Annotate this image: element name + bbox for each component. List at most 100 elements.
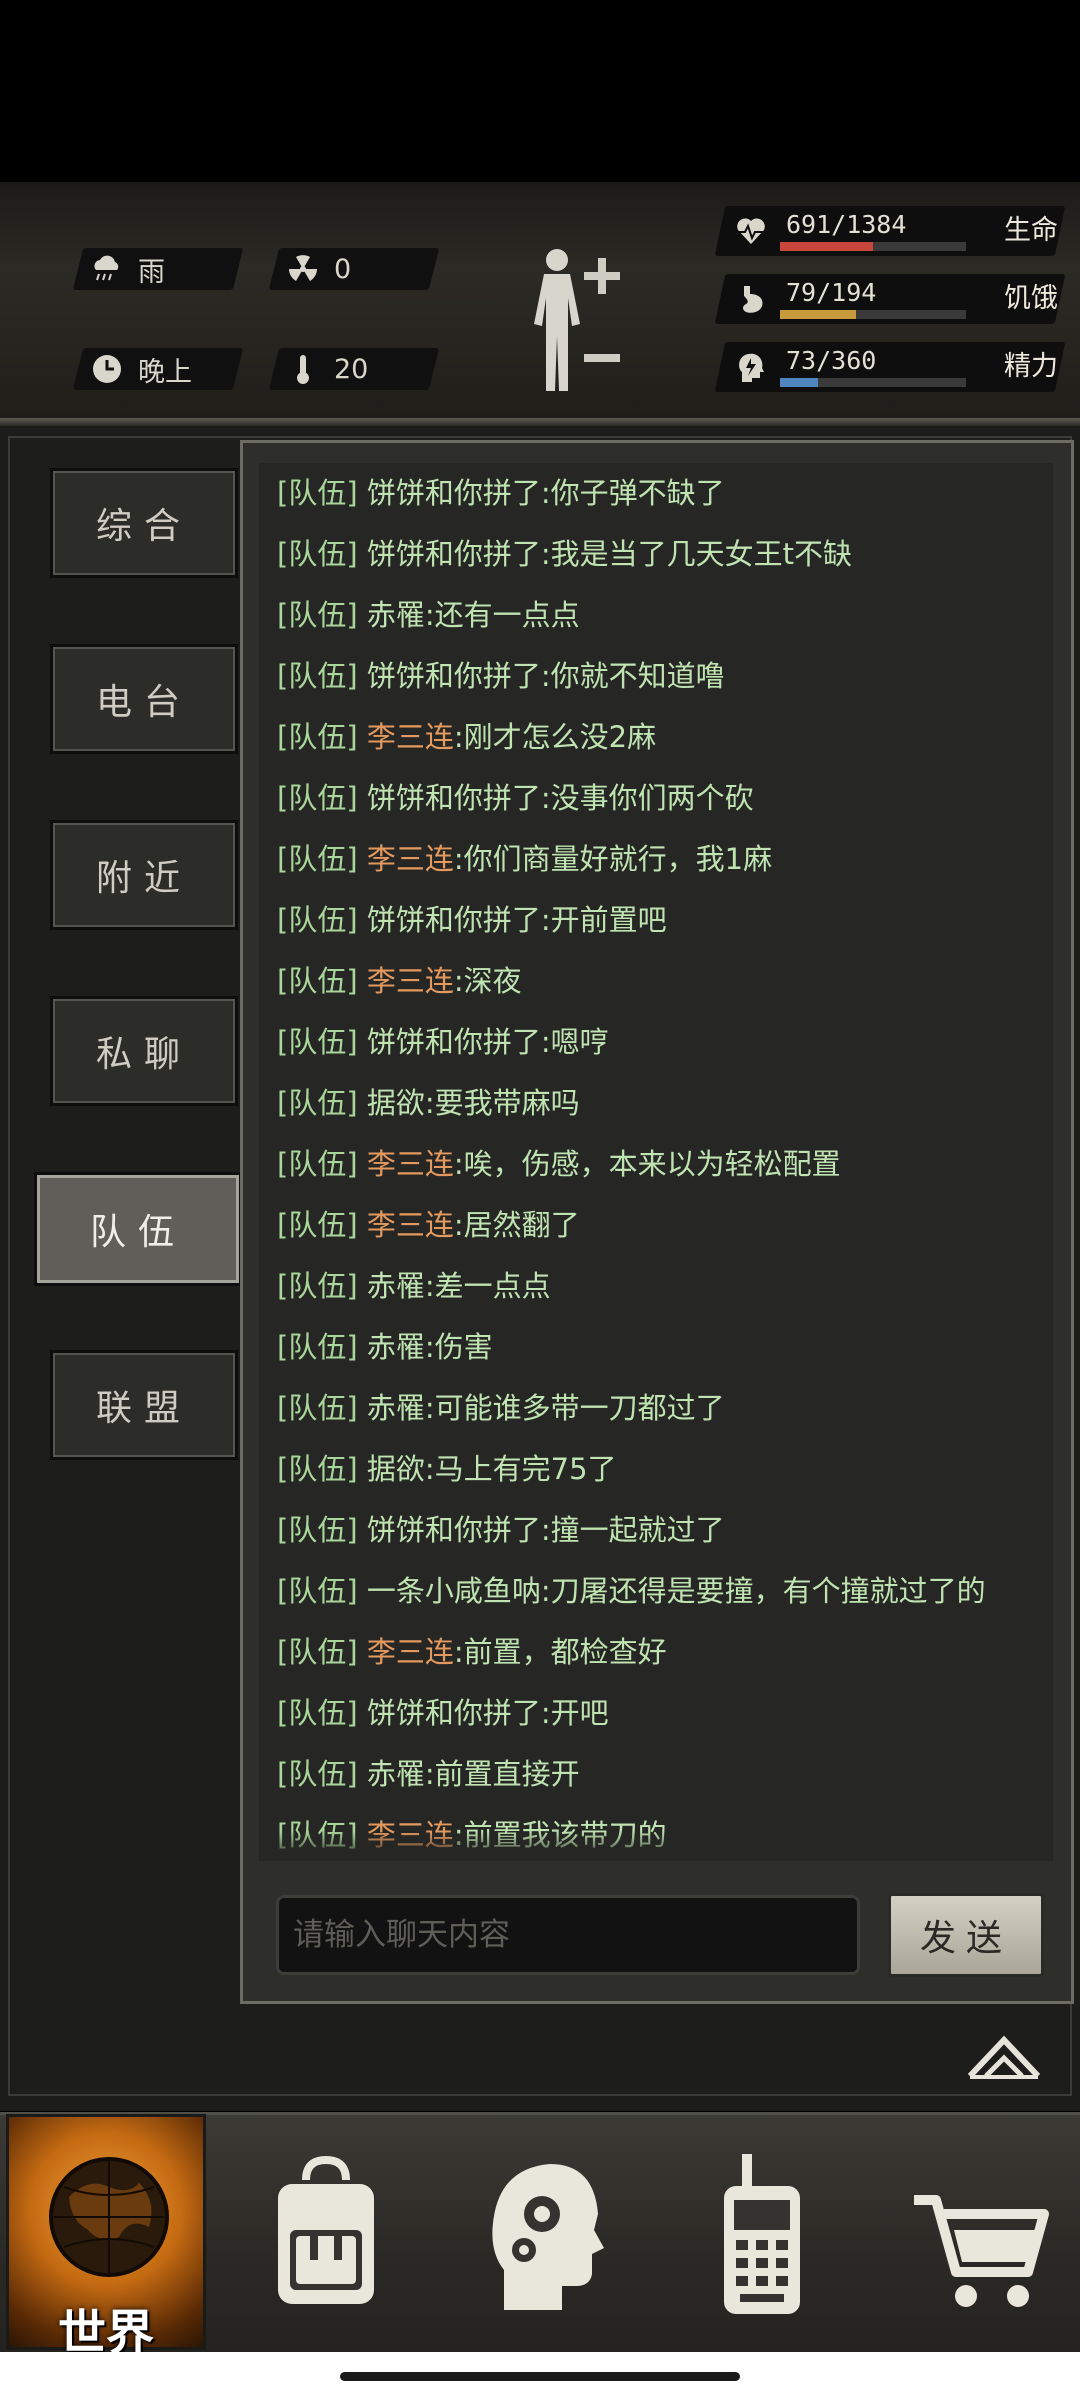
status-bar — [0, 0, 1080, 182]
message-text: :嗯哼 — [540, 1025, 609, 1059]
thermometer-icon — [286, 352, 320, 386]
backpack-icon[interactable] — [266, 2150, 386, 2320]
clock-icon — [90, 352, 124, 386]
chat-message-list[interactable]: [队伍] 饼饼和你拼了:你子弹不缺了 [队伍] 饼饼和你拼了:我是当了几天女王t不… — [259, 463, 1053, 1861]
cart-icon[interactable] — [910, 2150, 1050, 2320]
home-indicator[interactable] — [340, 2372, 740, 2381]
sender-name[interactable]: 赤罹 — [367, 598, 425, 632]
chat-message[interactable]: [队伍] 饼饼和你拼了:开吧 — [259, 1683, 1053, 1744]
character-body-icon[interactable] — [522, 246, 592, 396]
chat-message[interactable]: [队伍] 赤罹:伤害 — [259, 1317, 1053, 1378]
zoom-out-minus-icon[interactable] — [584, 354, 620, 362]
message-text: :我是当了几天女王t不缺 — [540, 537, 853, 571]
message-text: :唉，伤感，本来以为轻松配置 — [453, 1147, 841, 1181]
sender-name[interactable]: 饼饼和你拼了 — [367, 781, 541, 815]
sender-name[interactable]: 饼饼和你拼了 — [367, 903, 541, 937]
message-text: :可能谁多带一刀都过了 — [424, 1391, 725, 1425]
radio-icon[interactable] — [700, 2150, 820, 2320]
channel-tag: [队伍] — [277, 1635, 358, 1669]
message-text: :深夜 — [453, 964, 522, 998]
tab-radio[interactable]: 电台 — [50, 644, 238, 754]
tab-team[interactable]: 队伍 — [34, 1172, 242, 1286]
tab-alliance[interactable]: 联盟 — [50, 1350, 238, 1460]
message-text: :前置直接开 — [424, 1757, 580, 1791]
chat-input[interactable]: 请输入聊天内容 — [276, 1895, 860, 1975]
tab-nearby[interactable]: 附近 — [50, 820, 238, 930]
sender-name[interactable]: 李三连 — [367, 1208, 454, 1242]
sender-name[interactable]: 李三连 — [367, 720, 454, 754]
chat-message[interactable]: [队伍] 赤罹:还有一点点 — [259, 585, 1053, 646]
channel-tag: [队伍] — [277, 720, 358, 754]
brain-gear-icon[interactable] — [484, 2150, 604, 2320]
sender-name[interactable]: 饼饼和你拼了 — [367, 659, 541, 693]
sender-name[interactable]: 李三连 — [367, 964, 454, 998]
message-text: :伤害 — [424, 1330, 493, 1364]
message-text: :你子弹不缺了 — [540, 476, 725, 510]
hunger-bar — [780, 310, 966, 319]
stomach-icon — [743, 286, 763, 313]
message-text: :刀屠还得是要撞，有个撞就过了的 — [540, 1574, 986, 1608]
chat-message[interactable]: [队伍] 据欲:要我带麻吗 — [259, 1073, 1053, 1134]
sender-name[interactable]: 据欲 — [367, 1452, 425, 1486]
chat-message[interactable]: [队伍] 李三连:前置，都检查好 — [259, 1622, 1053, 1683]
chat-message[interactable]: [队伍] 李三连:居然翻了 — [259, 1195, 1053, 1256]
chat-message[interactable]: [队伍] 李三连:深夜 — [259, 951, 1053, 1012]
chat-message[interactable]: [队伍] 赤罹:差一点点 — [259, 1256, 1053, 1317]
chat-message[interactable]: [队伍] 一条小咸鱼呐:刀屠还得是要撞，有个撞就过了的 — [259, 1561, 1053, 1622]
tab-general[interactable]: 综合 — [50, 468, 238, 578]
sender-name[interactable]: 饼饼和你拼了 — [367, 1025, 541, 1059]
collapse-up-icon[interactable] — [966, 2034, 1042, 2080]
sender-name[interactable]: 赤罹 — [367, 1391, 425, 1425]
sender-name[interactable]: 饼饼和你拼了 — [367, 1696, 541, 1730]
chat-message[interactable]: [队伍] 李三连:唉，伤感，本来以为轻松配置 — [259, 1134, 1053, 1195]
channel-tag: [队伍] — [277, 1452, 358, 1486]
sender-name[interactable]: 饼饼和你拼了 — [367, 1513, 541, 1547]
message-text: :撞一起就过了 — [540, 1513, 725, 1547]
chat-message[interactable]: [队伍] 饼饼和你拼了:你子弹不缺了 — [259, 463, 1053, 524]
channel-tag: [队伍] — [277, 964, 358, 998]
channel-tag: [队伍] — [277, 1025, 358, 1059]
energy-label: 精力 — [1004, 351, 1058, 382]
rain-cloud-icon — [90, 252, 124, 286]
health-stat: 691/1384 生命 — [714, 206, 1066, 256]
zoom-in-plus-icon[interactable] — [584, 258, 620, 294]
chat-message[interactable]: [队伍] 饼饼和你拼了:嗯哼 — [259, 1012, 1053, 1073]
chat-message[interactable]: [队伍] 据欲:马上有完75了 — [259, 1439, 1053, 1500]
weather-pill: 雨 — [72, 248, 244, 290]
time-of-day-text: 晚上 — [138, 356, 192, 388]
head-energy-icon — [739, 353, 764, 382]
energy-bar — [780, 378, 966, 387]
chat-message[interactable]: [队伍] 饼饼和你拼了:撞一起就过了 — [259, 1500, 1053, 1561]
sender-name[interactable]: 李三连 — [367, 1147, 454, 1181]
channel-tag: [队伍] — [277, 781, 358, 815]
chat-message[interactable]: [队伍] 李三连:刚才怎么没2麻 — [259, 707, 1053, 768]
sender-name[interactable]: 据欲 — [367, 1086, 425, 1120]
tab-private[interactable]: 私聊 — [50, 996, 238, 1106]
send-button[interactable]: 发送 — [888, 1893, 1044, 1977]
message-text: :要我带麻吗 — [424, 1086, 580, 1120]
sender-name[interactable]: 饼饼和你拼了 — [367, 476, 541, 510]
sender-name[interactable]: 饼饼和你拼了 — [367, 537, 541, 571]
nav-world-button[interactable]: 世界 — [6, 2114, 206, 2361]
chat-message[interactable]: [队伍] 饼饼和你拼了:你就不知道噜 — [259, 646, 1053, 707]
message-text: :刚才怎么没2麻 — [453, 720, 657, 754]
message-text: :开吧 — [540, 1696, 609, 1730]
message-text: :你就不知道噜 — [540, 659, 725, 693]
chat-message[interactable]: [队伍] 赤罹:前置直接开 — [259, 1744, 1053, 1805]
chat-message[interactable]: [队伍] 饼饼和你拼了:没事你们两个砍 — [259, 768, 1053, 829]
sender-name[interactable]: 李三连 — [367, 842, 454, 876]
channel-tag: [队伍] — [277, 1757, 358, 1791]
message-text: :前置，都检查好 — [453, 1635, 667, 1669]
sender-name[interactable]: 赤罹 — [367, 1330, 425, 1364]
sender-name[interactable]: 赤罹 — [367, 1757, 425, 1791]
sender-name[interactable]: 李三连 — [367, 1635, 454, 1669]
sender-name[interactable]: 赤罹 — [367, 1269, 425, 1303]
sender-name[interactable]: 一条小咸鱼呐 — [367, 1574, 541, 1608]
chat-message[interactable]: [队伍] 李三连:你们商量好就行，我1麻 — [259, 829, 1053, 890]
chat-message[interactable]: [队伍] 赤罹:可能谁多带一刀都过了 — [259, 1378, 1053, 1439]
radiation-value: 0 — [334, 253, 352, 285]
chat-message[interactable]: [队伍] 饼饼和你拼了:开前置吧 — [259, 890, 1053, 951]
hunger-label: 饥饿 — [1004, 283, 1058, 314]
channel-tag: [队伍] — [277, 1269, 358, 1303]
chat-message[interactable]: [队伍] 饼饼和你拼了:我是当了几天女王t不缺 — [259, 524, 1053, 585]
